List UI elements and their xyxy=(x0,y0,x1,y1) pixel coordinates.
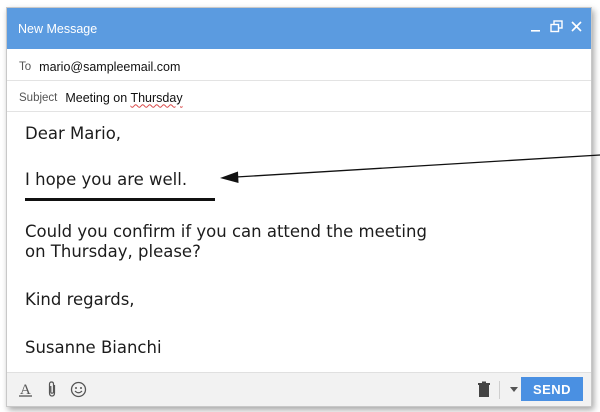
subject-field-row[interactable]: Subject Meeting on Thursday xyxy=(7,84,591,112)
popout-icon[interactable] xyxy=(549,18,563,34)
highlighted-line: I hope you are well. xyxy=(25,170,188,189)
subject-input[interactable]: Meeting on Thursday xyxy=(65,91,182,105)
to-field-row[interactable]: To mario@sampleemail.com xyxy=(7,53,591,81)
window-title: New Message xyxy=(18,22,98,36)
minimize-icon[interactable] xyxy=(529,18,543,34)
highlight-underline xyxy=(25,198,215,201)
toolbar-separator xyxy=(499,381,500,399)
text-format-icon[interactable]: A xyxy=(17,380,35,398)
svg-text:A: A xyxy=(20,382,31,397)
compose-titlebar[interactable]: New Message xyxy=(7,8,591,49)
subject-text: Meeting on xyxy=(65,90,131,105)
body-line-1: Could you confirm if you can attend the … xyxy=(25,222,427,241)
send-button[interactable]: SEND xyxy=(521,377,583,401)
closing-line: Kind regards, xyxy=(25,290,135,309)
to-recipient[interactable]: mario@sampleemail.com xyxy=(39,60,180,74)
body-line-2: on Thursday, please? xyxy=(25,242,201,261)
window-controls xyxy=(529,18,583,34)
paperclip-icon[interactable] xyxy=(43,380,61,398)
greeting-line: Dear Mario, xyxy=(25,124,122,143)
to-label: To xyxy=(19,60,32,73)
subject-label: Subject xyxy=(19,91,58,104)
signature-line: Susanne Bianchi xyxy=(25,338,162,357)
close-icon[interactable] xyxy=(569,18,583,34)
trash-icon[interactable] xyxy=(475,380,493,398)
compose-window: New Message To mario@sampleemail.com Sub… xyxy=(6,7,592,407)
subject-misspelled-word: Thursday xyxy=(130,90,183,105)
compose-toolbar: A SEND xyxy=(7,372,591,406)
emoji-icon[interactable] xyxy=(69,380,87,398)
